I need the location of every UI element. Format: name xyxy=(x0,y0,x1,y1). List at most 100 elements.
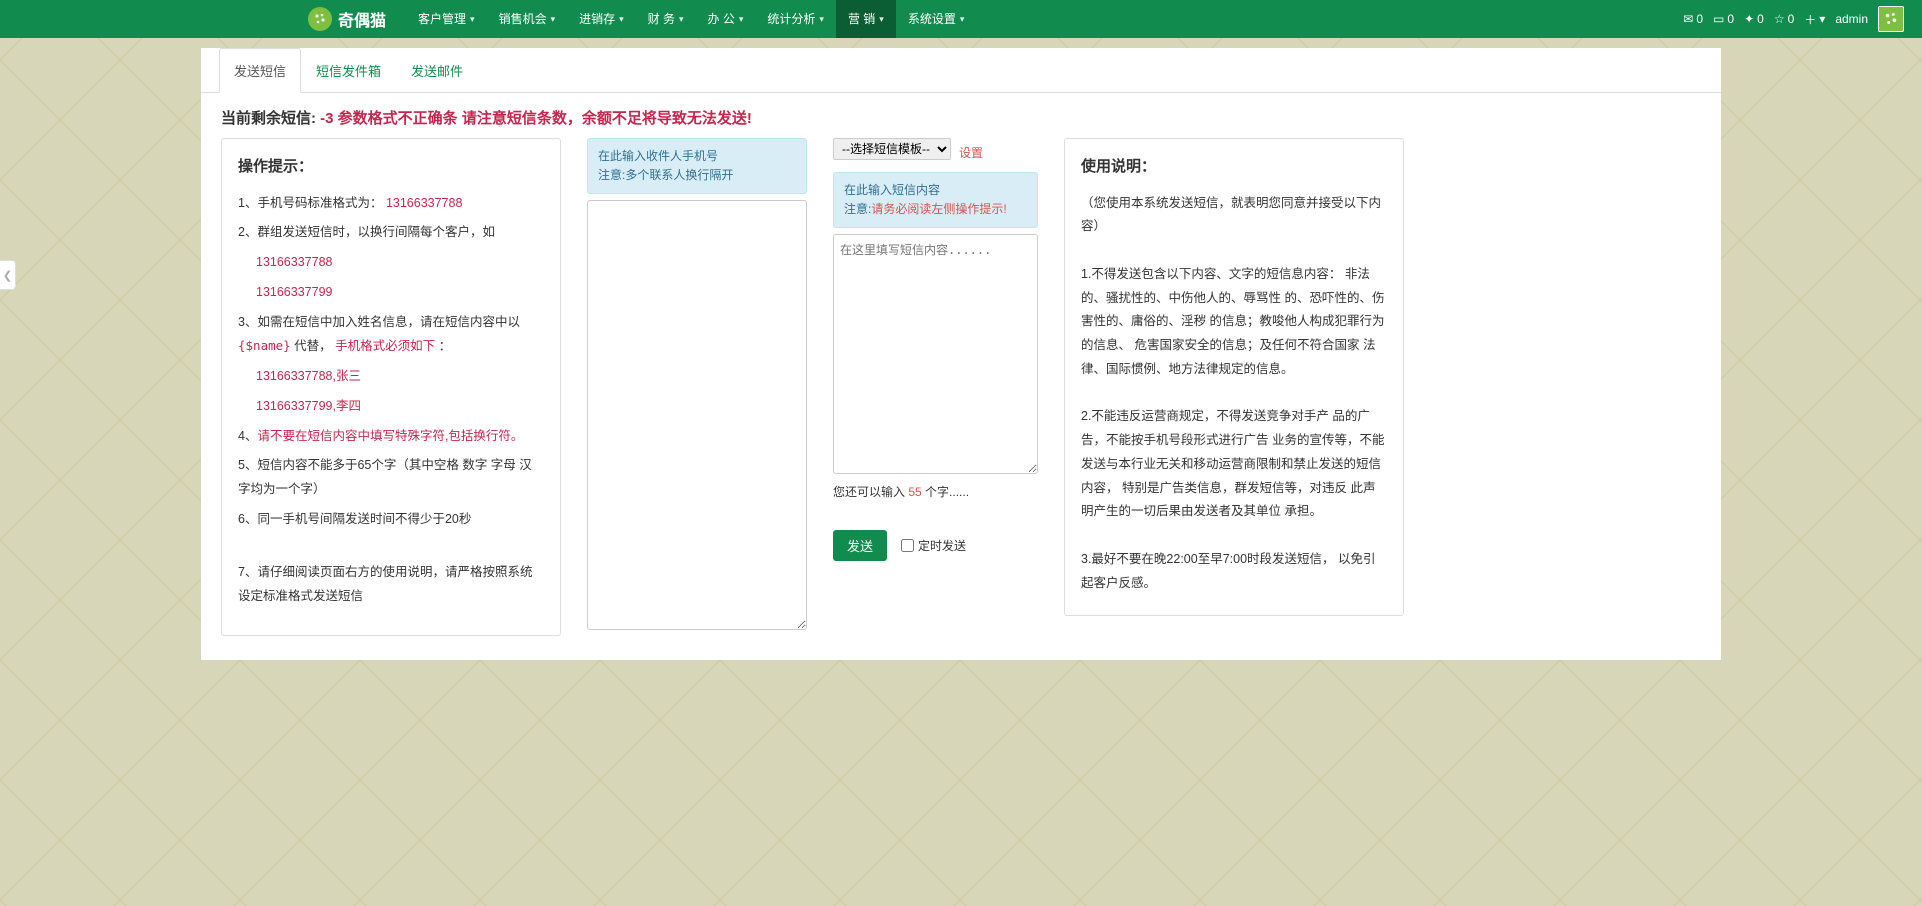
tips-l3d: ： xyxy=(439,339,452,353)
plus-menu[interactable]: ＋▾ xyxy=(1804,11,1825,28)
char-count: 您还可以输入 55 个字...... xyxy=(833,483,1038,500)
caret-down-icon: ▾ xyxy=(619,0,624,38)
tips-l4: 4、 xyxy=(238,429,257,443)
tips-l1a: 1、手机号码标准格式为： xyxy=(238,196,386,210)
tips-l3code: {$name} xyxy=(238,338,291,353)
mail-icon: ✉ xyxy=(1683,12,1693,26)
tips-ex1: 13166337788 xyxy=(238,251,544,275)
nav-label: 系统设置 xyxy=(908,0,956,38)
caret-down-icon: ▾ xyxy=(470,0,475,38)
content-column: --选择短信模板-- 设置 在此输入短信内容 注意:请务必阅读左侧操作提示! 您… xyxy=(833,138,1038,561)
nav-item-customer[interactable]: 客户管理▾ xyxy=(406,0,487,38)
user-menu[interactable]: admin xyxy=(1835,12,1868,26)
nav-label: 统计分析 xyxy=(767,0,815,38)
template-settings-link[interactable]: 设置 xyxy=(959,144,983,161)
nav-label: 进销存 xyxy=(579,0,615,38)
tips-l4red: 请不要在短信内容中填写特殊字符,包括换行符。 xyxy=(257,429,523,443)
nav-label: 客户管理 xyxy=(418,0,466,38)
nav-right: ✉0 ▭0 ✦0 ☆0 ＋▾ admin xyxy=(1683,6,1904,32)
card-count: 0 xyxy=(1727,12,1734,26)
usage-panel: 使用说明： （您使用本系统发送短信，就表明您同意并接受以下内容） 1.不得发送包… xyxy=(1064,138,1404,616)
gear-count: 0 xyxy=(1757,12,1764,26)
content-hint-line2b: 请务必阅读左侧操作提示! xyxy=(871,202,1006,216)
nav-item-settings[interactable]: 系统设置▾ xyxy=(896,0,977,38)
nav-item-stats[interactable]: 统计分析▾ xyxy=(755,0,836,38)
tab-send-mail[interactable]: 发送邮件 xyxy=(396,48,478,93)
tips-l6: 6、同一手机号间隔发送时间不得少于20秒 xyxy=(238,508,544,532)
phone-column: 在此输入收件人手机号 注意:多个联系人换行隔开 xyxy=(587,138,807,633)
card-stat[interactable]: ▭0 xyxy=(1713,12,1734,26)
caret-down-icon: ▾ xyxy=(1819,12,1825,26)
star-icon: ☆ xyxy=(1774,12,1785,26)
timed-send-label: 定时发送 xyxy=(918,537,966,554)
usage-p1: 1.不得发送包含以下内容、文字的短信息内容： 非法的、骚扰性的、中伤他人的、辱骂… xyxy=(1081,263,1387,382)
nav-label: 营 销 xyxy=(848,0,875,38)
tips-ex3: 13166337788,张三 xyxy=(238,365,544,389)
caret-down-icon: ▾ xyxy=(879,0,884,38)
star-stat[interactable]: ☆0 xyxy=(1774,12,1794,26)
brand-name: 奇偶猫 xyxy=(338,7,386,31)
tips-l5: 5、短信内容不能多于65个字（其中空格 数字 字母 汉字均为一个字） xyxy=(238,454,544,502)
tips-l2: 2、群组发送短信时，以换行间隔每个客户，如 xyxy=(238,221,544,245)
tips-l3b: 代替， xyxy=(294,339,332,353)
count-suffix: 个字...... xyxy=(922,485,969,499)
tips-l1b: 13166337788 xyxy=(386,196,462,210)
gear-icon: ✦ xyxy=(1744,12,1754,26)
top-nav: 奇偶猫 客户管理▾ 销售机会▾ 进销存▾ 财 务▾ 办 公▾ 统计分析▾ 营 销… xyxy=(0,0,1922,38)
mail-count: 0 xyxy=(1696,12,1703,26)
timed-send-row[interactable]: 定时发送 xyxy=(901,537,966,554)
card-icon: ▭ xyxy=(1713,12,1724,26)
tips-l3c: 手机格式必须如下 xyxy=(335,339,435,353)
phone-hint-line2: 注意:多个联系人换行隔开 xyxy=(598,166,796,185)
content-hint: 在此输入短信内容 注意:请务必阅读左侧操作提示! xyxy=(833,172,1038,228)
template-select[interactable]: --选择短信模板-- xyxy=(833,138,951,160)
content-hint-line1: 在此输入短信内容 xyxy=(844,181,1027,200)
usage-intro: （您使用本系统发送短信，就表明您同意并接受以下内容） xyxy=(1081,192,1387,240)
caret-down-icon: ▾ xyxy=(819,0,824,38)
nav-label: 办 公 xyxy=(708,0,735,38)
tab-sms-outbox[interactable]: 短信发件箱 xyxy=(301,48,396,93)
tips-l7: 7、请仔细阅读页面右方的使用说明，请严格按照系统设定标准格式发送短信 xyxy=(238,561,544,609)
tab-send-sms[interactable]: 发送短信 xyxy=(219,48,301,93)
nav-item-sales[interactable]: 销售机会▾ xyxy=(487,0,568,38)
gear-stat[interactable]: ✦0 xyxy=(1744,12,1764,26)
alert-prefix: 当前剩余短信: xyxy=(221,110,316,127)
tips-title: 操作提示： xyxy=(238,153,544,182)
tabs: 发送短信 短信发件箱 发送邮件 xyxy=(201,48,1721,93)
caret-down-icon: ▾ xyxy=(960,0,965,38)
mail-stat[interactable]: ✉0 xyxy=(1683,12,1703,26)
balance-alert: 当前剩余短信: -3 参数格式不正确条 请注意短信条数，余额不足将导致无法发送! xyxy=(201,93,1721,134)
side-expand-handle[interactable]: ❮ xyxy=(0,260,16,290)
usage-title: 使用说明： xyxy=(1081,153,1387,182)
nav-menu: 客户管理▾ 销售机会▾ 进销存▾ 财 务▾ 办 公▾ 统计分析▾ 营 销▾ 系统… xyxy=(406,0,976,38)
avatar[interactable] xyxy=(1878,6,1904,32)
nav-label: 销售机会 xyxy=(499,0,547,38)
usage-p3: 3.最好不要在晚22:00至早7:00时段发送短信， 以免引起客户反感。 xyxy=(1081,548,1387,596)
alert-red: -3 参数格式不正确条 请注意短信条数，余额不足将导致无法发送! xyxy=(320,110,752,127)
brand-logo-icon xyxy=(308,7,332,31)
nav-item-stock[interactable]: 进销存▾ xyxy=(567,0,636,38)
nav-label: 财 务 xyxy=(648,0,675,38)
brand[interactable]: 奇偶猫 xyxy=(18,7,386,31)
nav-item-office[interactable]: 办 公▾ xyxy=(696,0,756,38)
usage-p2: 2.不能违反运营商规定，不得发送竞争对手产 品的广告，不能按手机号段形式进行广告… xyxy=(1081,405,1387,524)
username: admin xyxy=(1835,12,1868,26)
send-button[interactable]: 发送 xyxy=(833,530,887,561)
star-count: 0 xyxy=(1788,12,1795,26)
sms-content-input[interactable] xyxy=(833,234,1038,474)
nav-item-finance[interactable]: 财 务▾ xyxy=(636,0,696,38)
plus-icon: ＋ xyxy=(1804,11,1816,28)
tips-ex2: 13166337799 xyxy=(238,281,544,305)
nav-item-marketing[interactable]: 营 销▾ xyxy=(836,0,896,38)
tips-l3a: 3、如需在短信中加入姓名信息，请在短信内容中以 xyxy=(238,315,520,329)
content-hint-line2a: 注意: xyxy=(844,202,871,216)
page-container: 发送短信 短信发件箱 发送邮件 当前剩余短信: -3 参数格式不正确条 请注意短… xyxy=(201,48,1721,660)
count-prefix: 您还可以输入 xyxy=(833,485,908,499)
count-num: 55 xyxy=(908,485,921,499)
caret-down-icon: ▾ xyxy=(739,0,744,38)
phone-input[interactable] xyxy=(587,200,807,630)
caret-down-icon: ▾ xyxy=(679,0,684,38)
timed-send-checkbox[interactable] xyxy=(901,539,914,552)
tips-ex4: 13166337799,李四 xyxy=(238,395,544,419)
tips-panel: 操作提示： 1、手机号码标准格式为： 13166337788 2、群组发送短信时… xyxy=(221,138,561,636)
